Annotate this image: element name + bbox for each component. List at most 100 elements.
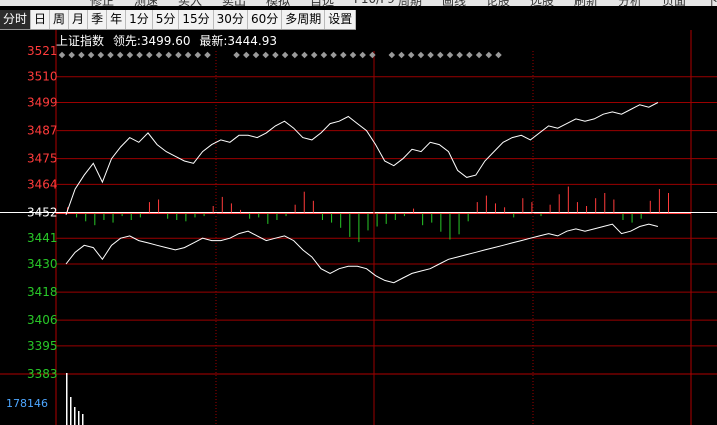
- diamond-marker: [252, 51, 260, 59]
- diamond-marker: [330, 51, 337, 59]
- flow-bar: [285, 213, 287, 217]
- diamond-marker: [446, 51, 454, 59]
- flow-bar: [394, 213, 396, 220]
- diamond-marker: [272, 51, 279, 59]
- diamond-marker: [68, 51, 75, 59]
- flow-bar: [303, 191, 305, 213]
- diamond-marker: [58, 51, 66, 59]
- diamond-marker: [233, 51, 240, 59]
- flow-bar: [504, 207, 506, 213]
- diamond-marker: [97, 51, 105, 59]
- flow-bar: [403, 213, 405, 217]
- diamond-marker: [291, 51, 299, 59]
- flow-bar: [613, 199, 615, 213]
- flow-bar: [449, 213, 451, 240]
- diamond-marker: [184, 51, 192, 59]
- flow-bar: [176, 213, 178, 220]
- diamond-marker: [466, 51, 473, 59]
- diamond-marker: [301, 51, 308, 59]
- y-tick-label: 3430: [27, 257, 58, 271]
- y-tick-label: 3395: [27, 339, 58, 353]
- y-tick-label: 3406: [27, 313, 58, 327]
- flow-bar: [230, 203, 232, 213]
- y-tick-label: 3464: [27, 177, 58, 191]
- flow-bar: [476, 202, 478, 213]
- flow-bar: [276, 213, 278, 220]
- flow-bar: [358, 213, 360, 243]
- y-tick-label: 3475: [27, 152, 58, 166]
- flow-bar: [85, 213, 87, 222]
- flow-bar: [431, 213, 433, 223]
- flow-bar: [513, 213, 515, 218]
- y-tick-label: 3441: [27, 231, 58, 245]
- diamond-marker: [281, 51, 289, 59]
- diamond-marker: [485, 51, 493, 59]
- flow-bar: [576, 202, 578, 213]
- diamond-marker: [87, 51, 95, 59]
- volume-bar: [82, 414, 84, 425]
- flow-bar: [203, 213, 205, 217]
- flow-bar: [76, 213, 78, 218]
- flow-bar: [221, 196, 223, 213]
- diamond-marker: [437, 51, 444, 59]
- flow-bar: [494, 203, 496, 213]
- flow-bar: [148, 202, 150, 213]
- diamond-marker: [456, 51, 463, 59]
- flow-bar: [139, 213, 141, 218]
- flow-bar: [194, 213, 196, 218]
- diamond-marker: [175, 51, 182, 59]
- flow-bar: [130, 213, 132, 220]
- volume-bar: [78, 411, 80, 425]
- diamond-marker: [369, 51, 376, 59]
- flow-bar: [240, 209, 242, 213]
- diamond-marker: [78, 51, 85, 59]
- flow-bar: [112, 213, 114, 223]
- diamond-marker: [136, 51, 143, 59]
- flow-bar: [549, 204, 551, 213]
- diamond-marker: [155, 51, 163, 59]
- flow-bar: [185, 213, 187, 222]
- flow-bar: [668, 193, 669, 213]
- diamond-marker: [407, 51, 415, 59]
- flow-bar: [367, 213, 369, 231]
- lower-line: [65, 223, 659, 284]
- flow-bar: [631, 213, 633, 223]
- diamond-marker: [116, 51, 124, 59]
- flow-bar: [340, 213, 342, 228]
- diamond-marker: [340, 51, 347, 59]
- flow-bar: [595, 198, 597, 213]
- y-tick-label: 3383: [27, 367, 58, 381]
- diamond-marker: [388, 51, 396, 59]
- flow-bar: [413, 208, 415, 213]
- flow-bar: [349, 213, 351, 237]
- flow-bar: [321, 213, 323, 220]
- flow-bar: [258, 213, 260, 218]
- flow-bar: [586, 206, 588, 213]
- intraday-chart[interactable]: 3521351034993487347534643452344134303418…: [0, 0, 717, 425]
- flow-bar: [604, 193, 606, 213]
- flow-bar: [540, 213, 542, 217]
- flow-bar: [458, 213, 460, 235]
- flow-bar: [440, 213, 442, 232]
- flow-bar: [294, 204, 296, 213]
- volume-bar: [70, 397, 72, 425]
- diamond-marker: [243, 51, 250, 59]
- diamond-marker: [417, 51, 425, 59]
- flow-bar: [485, 195, 487, 213]
- flow-bar: [422, 213, 424, 226]
- diamond-marker: [320, 51, 328, 59]
- flow-bar: [376, 213, 378, 227]
- flow-bar: [158, 199, 160, 213]
- flow-bar: [467, 213, 469, 222]
- y-tick-label: 3487: [27, 124, 58, 138]
- diamond-marker: [359, 51, 366, 59]
- flow-bar: [167, 213, 169, 219]
- diamond-marker: [165, 51, 172, 59]
- flow-bar: [331, 213, 333, 223]
- volume-bar: [74, 407, 76, 425]
- flow-bar: [658, 189, 660, 213]
- flow-bar: [312, 200, 314, 213]
- flow-bar: [640, 213, 642, 219]
- diamond-marker: [427, 51, 434, 59]
- diamond-marker: [107, 51, 114, 59]
